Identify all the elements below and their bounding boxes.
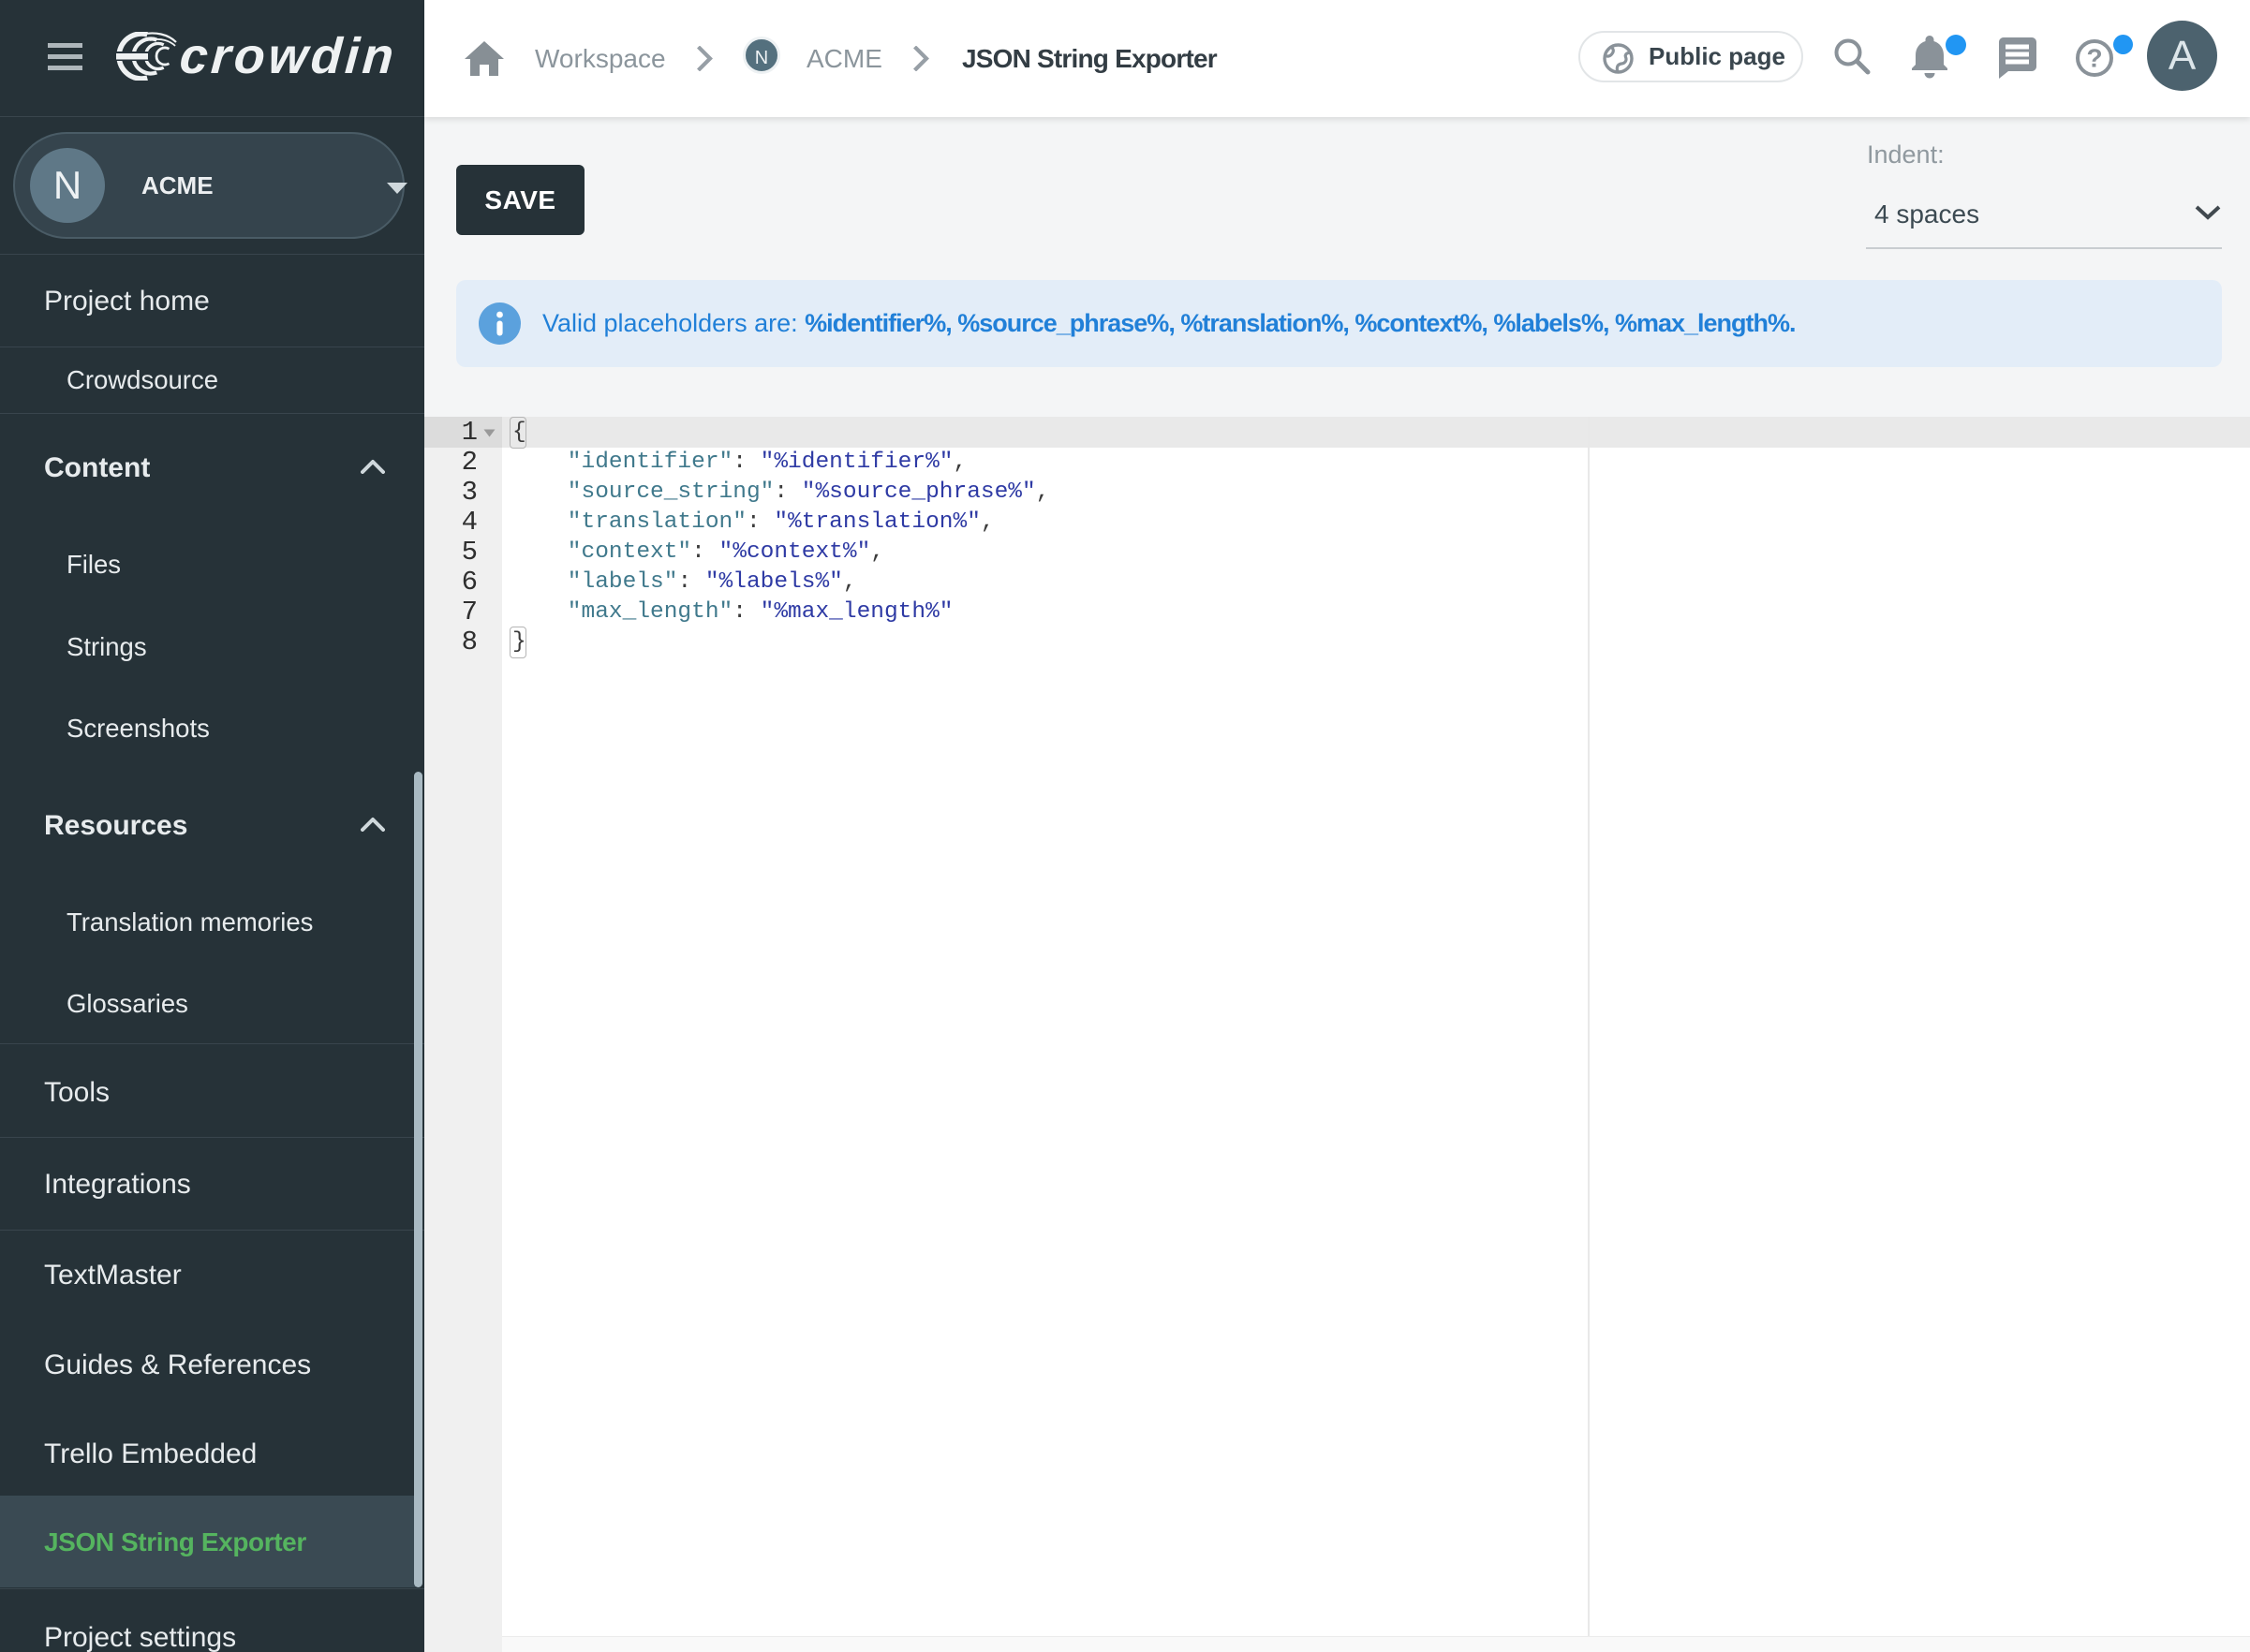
svg-text:?: ? — [2086, 44, 2102, 73]
